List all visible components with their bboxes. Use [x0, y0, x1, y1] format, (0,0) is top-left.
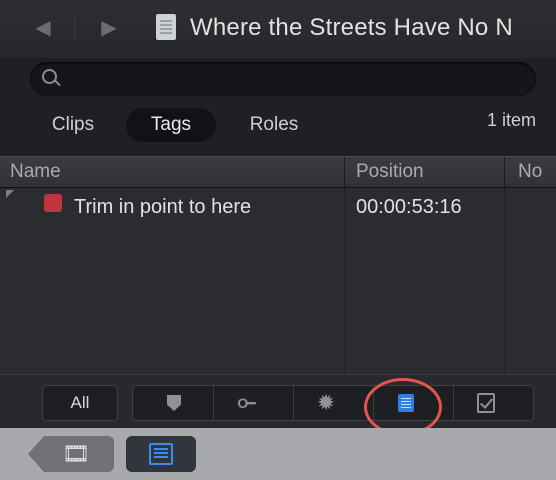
chevron-right-icon: ▶: [101, 16, 117, 39]
to-do-tag-icon: [44, 194, 62, 212]
table-row[interactable]: Trim in point to here 00:00:53:16: [0, 188, 556, 222]
completed-check-icon: [477, 393, 495, 413]
back-button[interactable]: ◀: [28, 12, 58, 42]
gear-icon: ✹: [316, 390, 336, 415]
tag-position: 00:00:53:16: [356, 196, 462, 218]
keyword-icon: O━: [237, 394, 255, 411]
search-field[interactable]: [30, 62, 536, 96]
forward-button[interactable]: ▶: [94, 12, 124, 42]
chevron-left-icon: ◀: [35, 16, 51, 39]
search-icon: [42, 69, 57, 84]
title-bar: ◀ ▶ Where the Streets Have No N: [0, 0, 556, 58]
item-count: 1 item: [486, 110, 536, 130]
timeline-index-icon: [149, 443, 173, 465]
tab-clips[interactable]: Clips: [34, 108, 112, 142]
nav-divider: [74, 16, 75, 40]
bottom-bar: 🎞: [0, 428, 556, 480]
tab-roles[interactable]: Roles: [230, 108, 318, 142]
completed-filter-button[interactable]: [453, 386, 519, 420]
column-header-notes[interactable]: No: [518, 161, 542, 183]
column-header-position[interactable]: Position: [356, 161, 424, 183]
column-divider[interactable]: [504, 157, 505, 187]
filter-toolbar: All O━ ✹: [0, 374, 556, 429]
all-button[interactable]: All: [42, 385, 118, 421]
column-divider[interactable]: [344, 157, 345, 187]
film-reel-icon: 🎞: [62, 441, 90, 466]
disclosure-triangle-icon[interactable]: [6, 190, 14, 198]
table-header: Name Position No: [0, 156, 556, 188]
clip-appearance-button[interactable]: 🎞: [28, 436, 114, 472]
tab-tags[interactable]: Tags: [126, 108, 216, 142]
keywords-filter-button[interactable]: O━: [213, 386, 279, 420]
timeline-index-button[interactable]: [126, 436, 196, 472]
tag-list: Trim in point to here 00:00:53:16: [0, 188, 556, 374]
to-do-filter-button[interactable]: [373, 386, 439, 420]
column-header-name[interactable]: Name: [10, 161, 61, 183]
marker-icon: [167, 395, 181, 411]
project-title: Where the Streets Have No N: [190, 14, 513, 41]
tag-name: Trim in point to here: [74, 196, 252, 218]
search-input[interactable]: [66, 68, 520, 92]
document-icon: [156, 14, 176, 40]
filter-button-group: O━ ✹: [132, 385, 534, 421]
analysis-filter-button[interactable]: ✹: [293, 386, 359, 420]
to-do-list-icon: [398, 394, 414, 412]
markers-filter-button[interactable]: [141, 386, 207, 420]
